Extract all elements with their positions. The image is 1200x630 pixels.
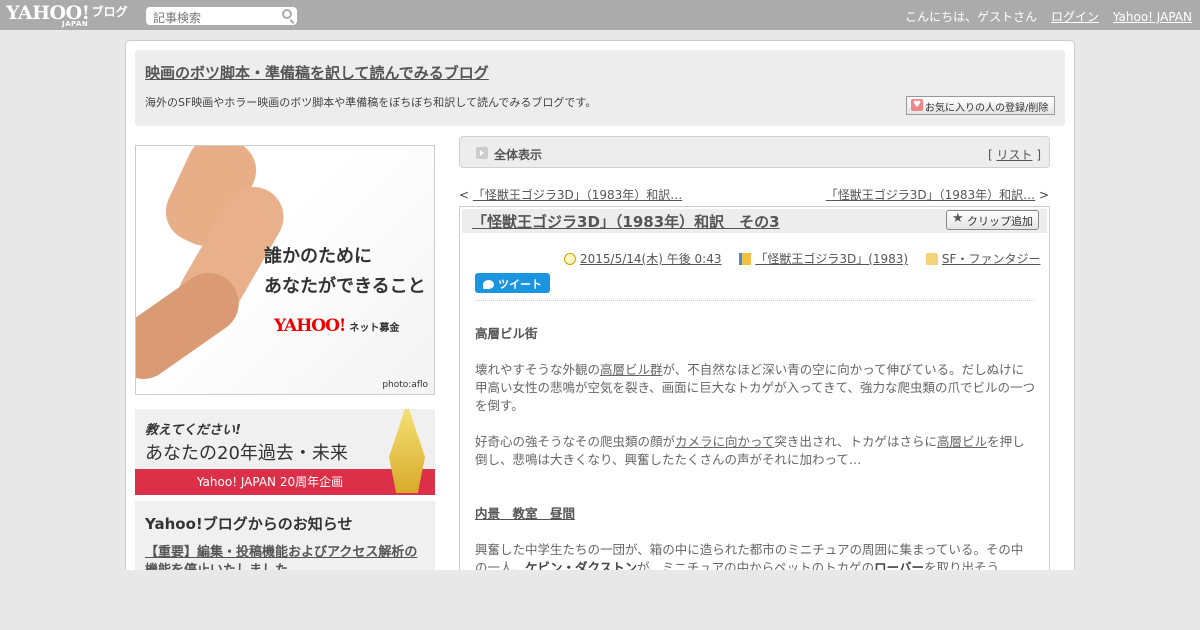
text: 好奇心の強そうなその爬虫類の顔が — [475, 434, 676, 449]
list-link-wrap: [ リスト ] — [988, 146, 1041, 163]
article-date-link[interactable]: 2015/5/14(木) 午後 0:43 — [580, 252, 721, 266]
search-input[interactable] — [146, 9, 271, 27]
text: 突き出され、トカゲはさらに — [774, 434, 938, 449]
banner-line2: あなたができること — [264, 276, 426, 297]
footer-area — [0, 570, 1200, 630]
login-link[interactable]: ログイン — [1051, 10, 1099, 24]
blog-header: 映画のボツ脚本・準備稿を訳して読んでみるブログ 海外のSF映画やホラー映画のボツ… — [135, 50, 1065, 126]
star-icon: ★ — [952, 211, 964, 226]
anniversary-stripe: Yahoo! JAPAN 20周年企画 — [135, 469, 435, 495]
anniversary-banner[interactable]: 教えてください! あなたの20年過去・未来 Yahoo! JAPAN 20周年企… — [135, 409, 435, 495]
anniversary-line1: 教えてください! — [145, 423, 241, 438]
top-bar: YAHOO!ブログ JAPAN こんにちは、ゲストさん ログイン Yahoo! … — [0, 0, 1200, 30]
tweet-label: ツイート — [498, 278, 542, 291]
text: 壊れやすそうな外観の — [475, 362, 601, 377]
article: 「怪獣王ゴジラ3D」（1983年）和訳 その3 ★ クリップ追加 2015/5/… — [459, 206, 1050, 579]
article-title-bar: 「怪獣王ゴジラ3D」（1983年）和訳 その3 ★ クリップ追加 — [462, 209, 1047, 233]
anniversary-line2: あなたの20年過去・未来 — [145, 443, 348, 464]
scene-heading-2: 内景 教室 昼間 — [475, 506, 576, 521]
article-body: 高層ビル街 壊れやすそうな外観の高層ビル群が、不自然なほど深い青の空に向かって伸… — [475, 325, 1035, 579]
paragraph-2: 好奇心の強そうなその爬虫類の顔がカメラに向かって突き出され、トカゲはさらに高層ビ… — [475, 433, 1035, 469]
fountain-pen-icon — [389, 409, 425, 493]
article-title[interactable]: 「怪獣王ゴジラ3D」（1983年）和訳 その3 — [472, 211, 780, 232]
greeting-text: こんにちは、ゲストさん — [905, 10, 1038, 24]
yahoo-japan-link[interactable]: Yahoo! JAPAN — [1113, 10, 1192, 24]
article-category-link[interactable]: SF・ファンタジー — [942, 252, 1041, 266]
search-box — [146, 7, 297, 27]
view-all-label: 全体表示 — [494, 148, 543, 162]
next-arrow: > — [1035, 188, 1049, 202]
notice-heading: Yahoo!ブログからのお知らせ — [145, 515, 353, 533]
article-meta: 2015/5/14(木) 午後 0:43 「怪獣王ゴジラ3D」(1983) SF… — [564, 250, 1049, 267]
tweet-button[interactable]: ツイート — [475, 273, 550, 293]
folder-icon — [925, 253, 938, 265]
yahoo-logo-text: YAHOO! — [274, 316, 346, 336]
search-icon[interactable] — [282, 9, 292, 19]
arrow-right-icon — [476, 147, 488, 159]
net-donation-text: ネット募金 — [349, 323, 400, 334]
clock-icon — [564, 253, 576, 265]
photo-credit: photo:aflo — [382, 380, 428, 390]
keyword-link[interactable]: 高層ビル — [937, 434, 987, 449]
article-book-link[interactable]: 「怪獣王ゴジラ3D」(1983) — [755, 252, 908, 266]
divider — [475, 300, 1034, 301]
next-article-link[interactable]: 「怪獣王ゴジラ3D」（1983年）和訳… — [826, 188, 1035, 202]
logo-sub: JAPAN — [62, 20, 89, 28]
prev-article-link[interactable]: 「怪獣王ゴジラ3D」（1983年）和訳… — [473, 188, 682, 202]
prev-article-nav: < 「怪獣王ゴジラ3D」（1983年）和訳… — [459, 186, 682, 203]
heart-icon: ♥ — [911, 99, 923, 111]
blog-description: 海外のSF映画やホラー映画のボツ脚本や準備稿をぼちぼち和訳して読んでみるブログで… — [145, 96, 597, 109]
clip-add-button[interactable]: ★ クリップ追加 — [946, 210, 1039, 230]
keyword-link[interactable]: カメラに向かって — [675, 434, 774, 449]
banner-copy: 誰かのために あなたができること — [264, 242, 426, 302]
prev-arrow: < — [459, 188, 473, 202]
next-article-nav: 「怪獣王ゴジラ3D」（1983年）和訳… > — [826, 186, 1049, 203]
yahoo-logo: YAHOO! ネット募金 — [274, 316, 399, 336]
blog-title[interactable]: 映画のボツ脚本・準備稿を訳して読んでみるブログ — [145, 62, 489, 83]
paragraph-1: 壊れやすそうな外観の高層ビル群が、不自然なほど深い青の空に向かって伸びている。だ… — [475, 361, 1035, 415]
page-frame: 映画のボツ脚本・準備稿を訳して読んでみるブログ 海外のSF映画やホラー映画のボツ… — [125, 40, 1075, 580]
keyword-link[interactable]: 高層ビル群 — [600, 362, 663, 377]
favorite-register-button[interactable]: ♥ お気に入りの人の登録/削除 — [906, 96, 1055, 115]
clip-add-label: クリップ追加 — [967, 215, 1033, 228]
list-link[interactable]: リスト — [996, 148, 1032, 162]
scene-heading-1: 高層ビル街 — [475, 326, 538, 341]
top-nav: こんにちは、ゲストさん ログイン Yahoo! JAPAN — [905, 8, 1192, 25]
logo-blog: ブログ — [91, 5, 128, 19]
bracket-close: ] — [1032, 148, 1041, 162]
yahoo-blog-logo[interactable]: YAHOO! ブログ JAPAN — [6, 2, 128, 28]
net-donation-banner[interactable]: 誰かのために あなたができること YAHOO! ネット募金 photo:aflo — [135, 145, 435, 395]
view-all-bar: 全体表示 [ リスト ] — [459, 136, 1050, 168]
banner-line1: 誰かのために — [264, 246, 372, 267]
twitter-bird-icon — [483, 280, 494, 289]
notice-box: Yahoo!ブログからのお知らせ 【重要】編集・投稿機能およびアクセス解析の機能… — [135, 501, 435, 579]
favorite-register-label: お気に入りの人の登録/削除 — [925, 103, 1049, 114]
book-icon — [739, 253, 752, 265]
